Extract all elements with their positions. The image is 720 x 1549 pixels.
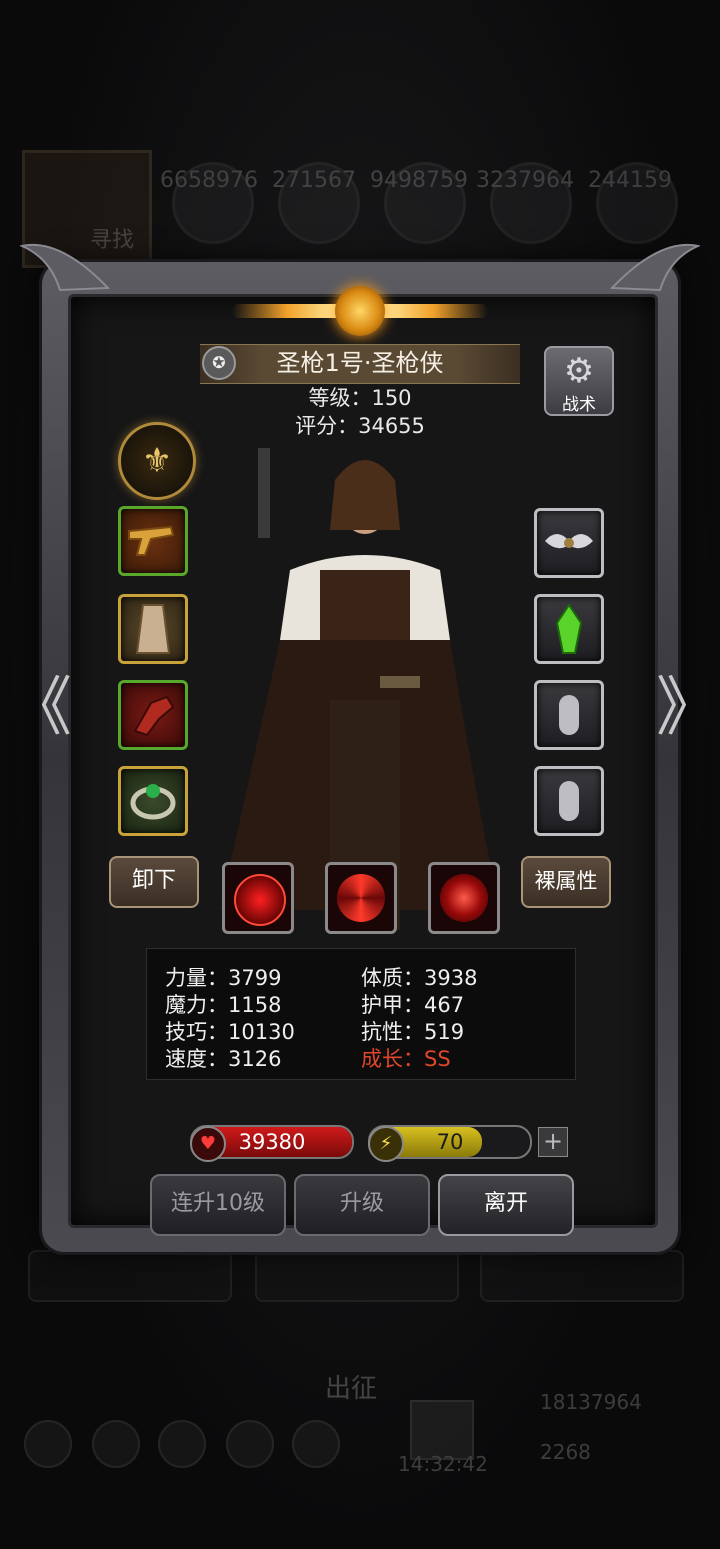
multi-upgrade-button[interactable]: 连升10级 <box>150 1174 286 1236</box>
menu-button <box>255 1250 459 1302</box>
empty-slot-icon <box>559 695 579 735</box>
base-attributes-button[interactable]: 裸属性 <box>521 856 611 908</box>
vortex-skill-icon <box>337 874 385 922</box>
unequip-button[interactable]: 卸下 <box>109 856 199 908</box>
stat-speed: 速度：3126 <box>165 1047 282 1071</box>
armor-slot[interactable] <box>118 594 188 664</box>
energy-bar: ⚡ 70 <box>368 1125 532 1162</box>
empty-slot-icon <box>559 781 579 821</box>
stat-magic: 魔力：1158 <box>165 993 282 1017</box>
gold-count: 18137964 <box>540 1390 642 1414</box>
resource-count: 3237964 <box>476 168 574 193</box>
emblem-wing-right <box>378 304 488 318</box>
menu-icon <box>92 1420 140 1468</box>
accessory-slot[interactable] <box>534 766 604 836</box>
stat-constitution: 体质：3938 <box>361 966 478 990</box>
glove-slot[interactable] <box>118 680 188 750</box>
resource-count: 6658976 <box>160 168 258 193</box>
resource-count: 271567 <box>272 168 356 193</box>
menu-icon <box>24 1420 72 1468</box>
gear-icon: ⚙ <box>563 351 595 391</box>
bottom-menu: 出征 18137964 2268 14:32:42 <box>0 1240 720 1549</box>
gauntlet-icon <box>133 695 175 737</box>
top-resource-bar: 6658976 271567 9498759 3237964 244159 <box>0 70 720 268</box>
hp-value: 39380 <box>238 1130 306 1154</box>
hero-score: 评分：34655 <box>295 414 425 438</box>
skill-slot[interactable] <box>325 862 397 934</box>
resource-count: 244159 <box>588 168 672 193</box>
frame-ornament-right <box>610 244 700 292</box>
add-energy-button[interactable]: + <box>538 1127 568 1157</box>
stat-armor: 护甲：467 <box>361 993 465 1017</box>
emblem-icon <box>335 286 385 336</box>
energy-value: 70 <box>436 1130 464 1154</box>
stat-resistance: 抗性：519 <box>361 1020 465 1044</box>
menu-button <box>28 1250 232 1302</box>
accessory-slot[interactable] <box>534 680 604 750</box>
stat-skill: 技巧：10130 <box>165 1020 295 1044</box>
target-skill-icon <box>234 874 286 926</box>
upgrade-button[interactable]: 升级 <box>294 1174 430 1236</box>
gem-count: 2268 <box>540 1440 591 1464</box>
prev-hero-arrow-icon[interactable]: 《 <box>8 668 72 748</box>
stat-growth: 成长：SS <box>361 1047 451 1071</box>
chest-icon <box>410 1400 474 1460</box>
tactics-button[interactable]: ⚙ 战术 <box>544 346 614 416</box>
class-crest-icon[interactable]: ⚜ <box>118 422 196 500</box>
stat-strength: 力量：3799 <box>165 966 282 990</box>
ring-slot[interactable] <box>118 766 188 836</box>
menu-icon <box>226 1420 274 1468</box>
weapon-slot[interactable] <box>118 506 188 576</box>
winged-amulet-icon <box>545 534 593 549</box>
resource-count: 9498759 <box>370 168 468 193</box>
clock-text: 14:32:42 <box>398 1452 488 1476</box>
menu-icon <box>292 1420 340 1468</box>
expedition-label: 出征 <box>325 1374 378 1404</box>
next-hero-arrow-icon[interactable]: 》 <box>656 668 720 748</box>
golden-pistol-icon <box>128 525 175 556</box>
menu-button <box>480 1250 684 1302</box>
crystal-slot[interactable] <box>534 594 604 664</box>
hero-level: 等级：150 <box>308 386 412 410</box>
leave-button[interactable]: 离开 <box>438 1174 574 1236</box>
skill-slot[interactable] <box>428 862 500 934</box>
emblem-wing-left <box>232 304 342 318</box>
skill-slot[interactable] <box>222 862 294 934</box>
emerald-ring-icon <box>130 784 176 820</box>
hero-name: 圣枪1号·圣枪侠 <box>276 349 444 377</box>
robe-armor-icon <box>135 604 171 654</box>
blood-orb-skill-icon <box>440 874 488 922</box>
hp-bar: ♥ 39380 <box>190 1125 354 1162</box>
frame-ornament-left <box>20 244 110 292</box>
green-crystal-icon <box>555 603 583 654</box>
amulet-slot[interactable] <box>534 508 604 578</box>
tactics-label: 战术 <box>562 395 596 415</box>
stats-panel: 力量：3799 魔力：1158 技巧：10130 速度：3126 体质：3938… <box>146 948 576 1080</box>
menu-icon <box>158 1420 206 1468</box>
